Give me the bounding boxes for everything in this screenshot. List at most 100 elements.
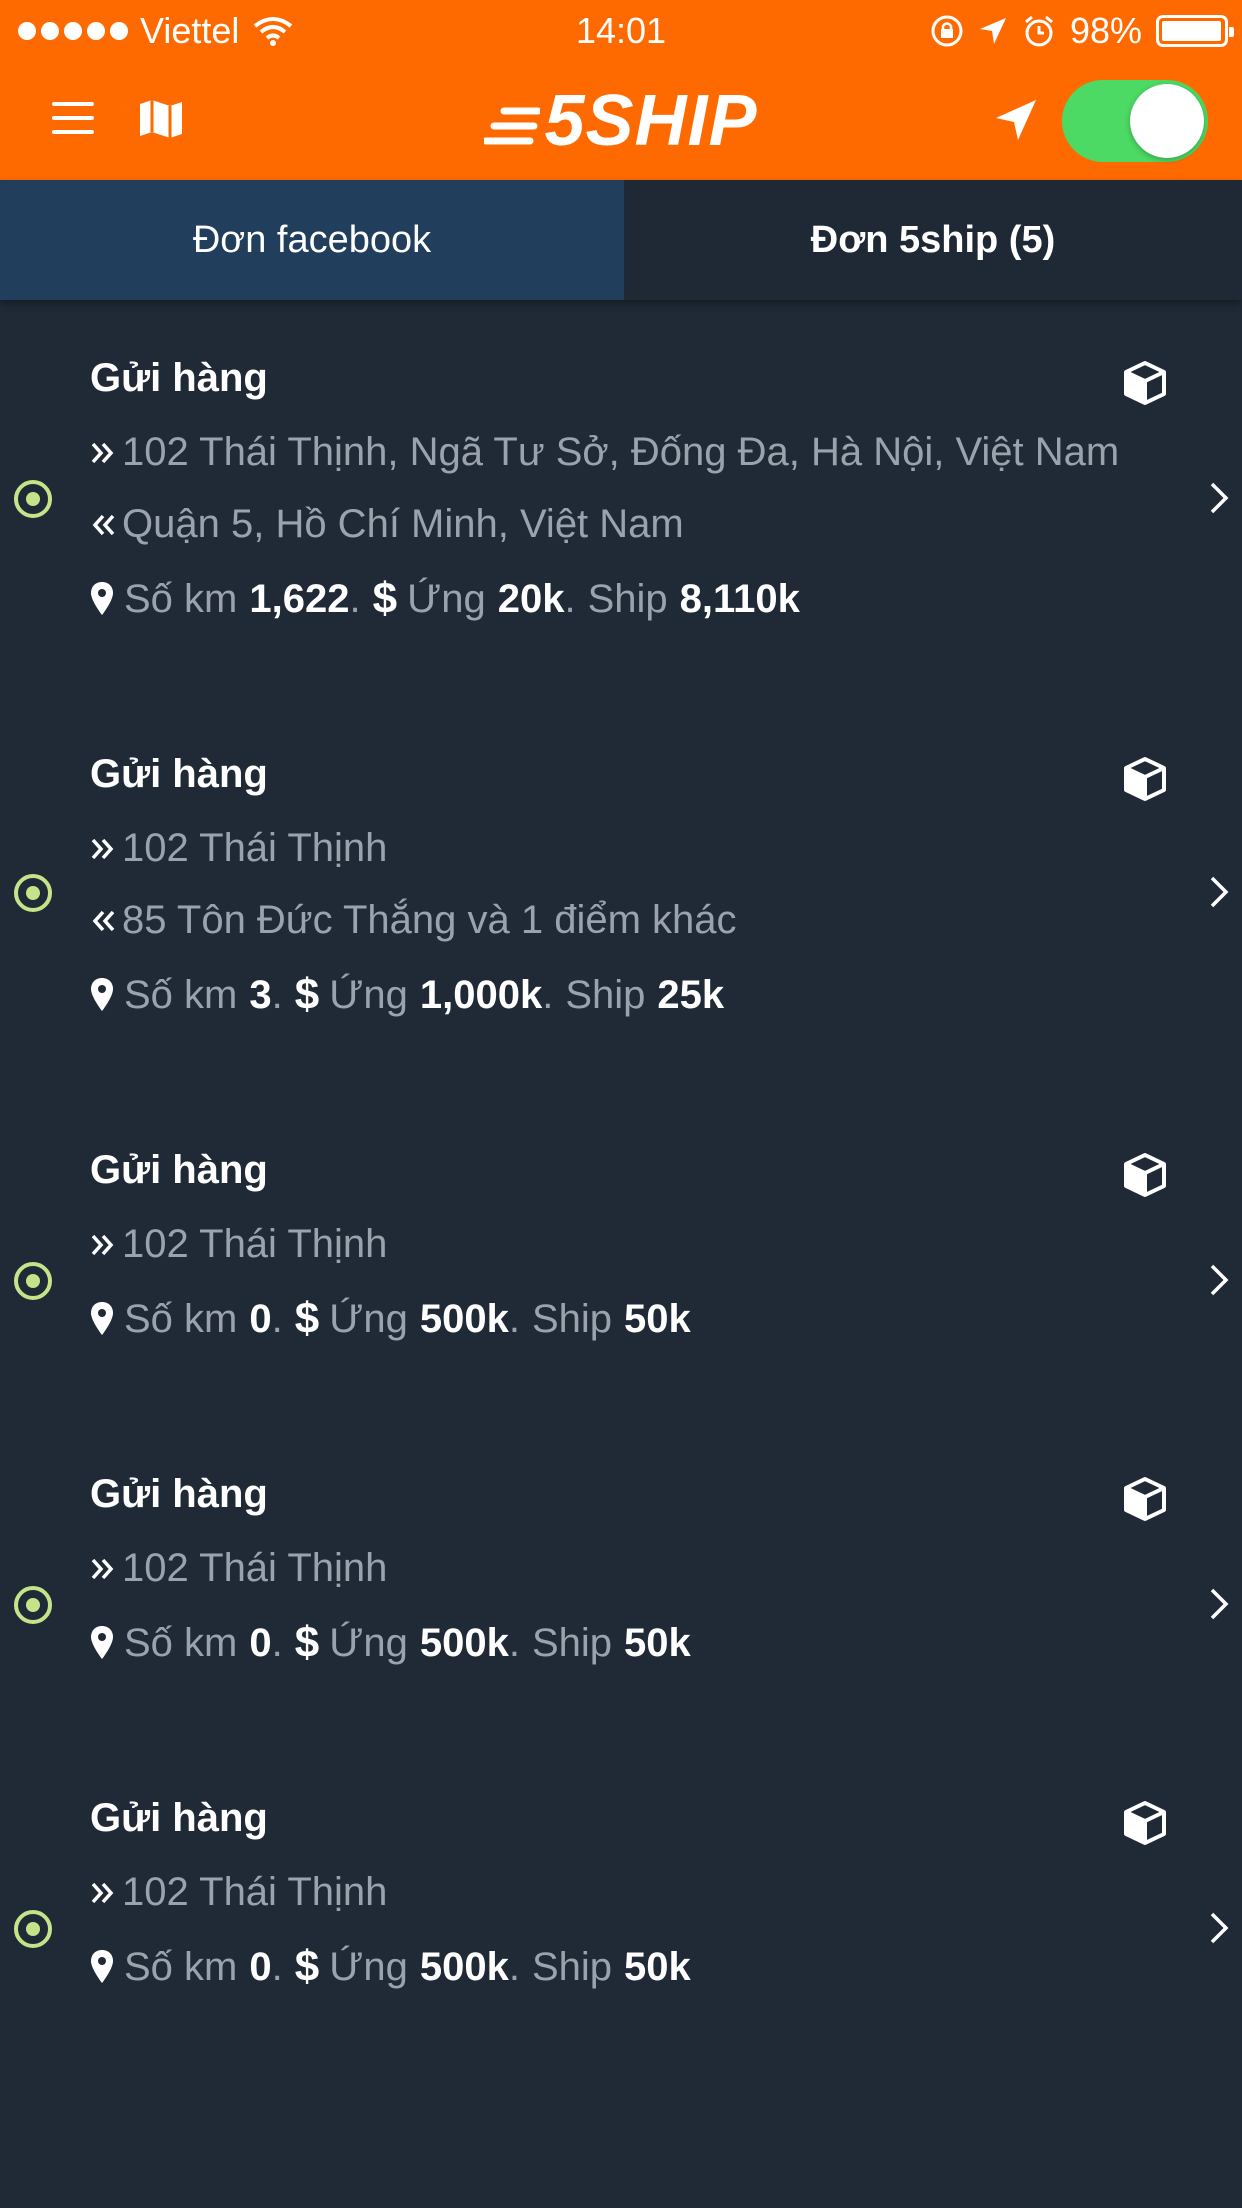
order-title: Gửi hàng bbox=[90, 752, 268, 796]
advance-value: 20k bbox=[497, 576, 565, 621]
dollar-icon: $ bbox=[294, 1618, 320, 1667]
order-item[interactable]: Gửi hàng 102 Thái Thịnh Số km 0. $ Ứng 5… bbox=[0, 1092, 1242, 1416]
ship-label: Ship bbox=[531, 1296, 613, 1341]
pickup-text: 102 Thái Thịnh bbox=[122, 1546, 388, 1590]
double-chevron-right-icon bbox=[91, 1558, 114, 1579]
double-chevron-right-icon bbox=[91, 1882, 114, 1903]
location-services-icon bbox=[979, 18, 1006, 44]
km-value: 3 bbox=[249, 972, 272, 1017]
advance-value: 500k bbox=[419, 1620, 509, 1665]
chevron-right-icon bbox=[1210, 482, 1229, 514]
advance-label: Ứng bbox=[329, 1296, 408, 1341]
target-bullet-icon bbox=[14, 1910, 52, 1948]
pickup-address: 102 Thái Thịnh bbox=[90, 1546, 387, 1591]
ship-label: Ship bbox=[531, 1620, 613, 1665]
ship-value: 50k bbox=[624, 1620, 691, 1665]
order-meta: Số km 1,622. $ Ứng 20k. Ship 8,110k bbox=[90, 574, 800, 624]
map-pin-icon bbox=[91, 582, 113, 615]
dollar-icon: $ bbox=[372, 574, 398, 623]
double-chevron-right-icon bbox=[91, 442, 114, 463]
package-box-icon bbox=[1124, 361, 1166, 405]
tab-facebook-orders[interactable]: Đơn facebook bbox=[0, 180, 624, 300]
ship-value: 25k bbox=[657, 972, 725, 1017]
logo-text: 5SHIP bbox=[544, 81, 758, 161]
map-pin-icon bbox=[91, 1950, 113, 1983]
ship-label: Ship bbox=[565, 972, 646, 1017]
online-toggle[interactable] bbox=[1062, 80, 1208, 162]
target-bullet-icon bbox=[14, 874, 52, 912]
package-box-icon bbox=[1124, 757, 1166, 801]
order-meta: Số km 0. $ Ứng 500k. Ship 50k bbox=[90, 1294, 691, 1344]
advance-label: Ứng bbox=[407, 576, 486, 621]
dollar-icon: $ bbox=[294, 1942, 320, 1991]
pickup-text: 102 Thái Thịnh bbox=[122, 1222, 388, 1266]
dropoff-address: Quận 5, Hồ Chí Minh, Việt Nam bbox=[90, 502, 684, 547]
advance-value: 500k bbox=[419, 1944, 509, 1989]
order-item[interactable]: Gửi hàng 102 Thái Thịnh Số km 0. $ Ứng 5… bbox=[0, 1740, 1242, 2064]
order-meta: Số km 0. $ Ứng 500k. Ship 50k bbox=[90, 1942, 691, 1992]
pickup-address: 102 Thái Thịnh bbox=[90, 1222, 387, 1267]
order-meta: Số km 0. $ Ứng 500k. Ship 50k bbox=[90, 1618, 691, 1668]
dropoff-text: 85 Tôn Đức Thắng và 1 điểm khác bbox=[122, 898, 737, 942]
km-value: 0 bbox=[249, 1620, 272, 1665]
order-title: Gửi hàng bbox=[90, 1472, 268, 1516]
package-box-icon bbox=[1124, 1477, 1166, 1521]
chevron-right-icon bbox=[1210, 876, 1229, 908]
advance-value: 500k bbox=[419, 1296, 509, 1341]
double-chevron-left-icon bbox=[92, 514, 115, 535]
location-arrow-icon[interactable] bbox=[992, 96, 1040, 144]
alarm-icon bbox=[1024, 15, 1053, 47]
km-value: 0 bbox=[249, 1296, 272, 1341]
chevron-right-icon bbox=[1210, 1264, 1229, 1296]
package-box-icon bbox=[1124, 1153, 1166, 1197]
advance-label: Ứng bbox=[329, 1620, 408, 1665]
order-title: Gửi hàng bbox=[90, 1148, 268, 1192]
chevron-right-icon bbox=[1210, 1588, 1229, 1620]
km-label: Số km bbox=[124, 1944, 238, 1989]
order-title: Gửi hàng bbox=[90, 1796, 268, 1840]
speed-lines-icon bbox=[484, 107, 541, 145]
advance-value: 1,000k bbox=[419, 972, 543, 1017]
pickup-address: 102 Thái Thịnh, Ngã Tư Sở, Đống Đa, Hà N… bbox=[90, 430, 1119, 475]
km-value: 0 bbox=[249, 1944, 272, 1989]
km-label: Số km bbox=[124, 1620, 238, 1665]
target-bullet-icon bbox=[14, 480, 52, 518]
tab-bar: Đơn facebook Đơn 5ship (5) bbox=[0, 180, 1242, 300]
ship-value: 8,110k bbox=[679, 576, 800, 621]
ship-value: 50k bbox=[624, 1944, 691, 1989]
pickup-text: 102 Thái Thịnh bbox=[122, 826, 388, 870]
ship-label: Ship bbox=[587, 576, 668, 621]
order-title: Gửi hàng bbox=[90, 356, 268, 400]
order-item[interactable]: Gửi hàng 102 Thái Thịnh 85 Tôn Đức Thắng… bbox=[0, 696, 1242, 1092]
tab-label: Đơn 5ship (5) bbox=[810, 218, 1056, 261]
chevron-right-icon bbox=[1210, 1912, 1229, 1944]
advance-label: Ứng bbox=[329, 1944, 408, 1989]
double-chevron-right-icon bbox=[91, 1234, 114, 1255]
order-item[interactable]: Gửi hàng 102 Thái Thịnh Số km 0. $ Ứng 5… bbox=[0, 1416, 1242, 1740]
pickup-text: 102 Thái Thịnh, Ngã Tư Sở, Đống Đa, Hà N… bbox=[122, 430, 1120, 474]
map-pin-icon bbox=[91, 1626, 113, 1659]
status-bar: Viettel 14:01 98% bbox=[0, 0, 1242, 62]
order-item[interactable]: Gửi hàng 102 Thái Thịnh, Ngã Tư Sở, Đống… bbox=[0, 300, 1242, 696]
battery-percent: 98% bbox=[1069, 10, 1142, 51]
rotation-lock-icon bbox=[931, 15, 963, 47]
tab-label: Đơn facebook bbox=[192, 218, 432, 261]
toggle-knob bbox=[1130, 84, 1204, 158]
ship-label: Ship bbox=[531, 1944, 613, 1989]
target-bullet-icon bbox=[14, 1262, 52, 1300]
status-right: 98% bbox=[930, 10, 1234, 52]
dropoff-address: 85 Tôn Đức Thắng và 1 điểm khác bbox=[90, 898, 737, 943]
km-label: Số km bbox=[124, 576, 238, 621]
km-label: Số km bbox=[124, 972, 238, 1017]
double-chevron-left-icon bbox=[92, 910, 115, 931]
map-pin-icon bbox=[91, 978, 113, 1011]
km-value: 1,622 bbox=[249, 576, 350, 621]
double-chevron-right-icon bbox=[91, 838, 114, 859]
app-logo: 5SHIP bbox=[0, 80, 1242, 162]
tab-5ship-orders[interactable]: Đơn 5ship (5) bbox=[624, 180, 1242, 300]
nav-bar: 5SHIP bbox=[0, 62, 1242, 180]
pickup-address: 102 Thái Thịnh bbox=[90, 1870, 387, 1915]
ship-value: 50k bbox=[624, 1296, 691, 1341]
package-box-icon bbox=[1124, 1801, 1166, 1845]
target-bullet-icon bbox=[14, 1586, 52, 1624]
